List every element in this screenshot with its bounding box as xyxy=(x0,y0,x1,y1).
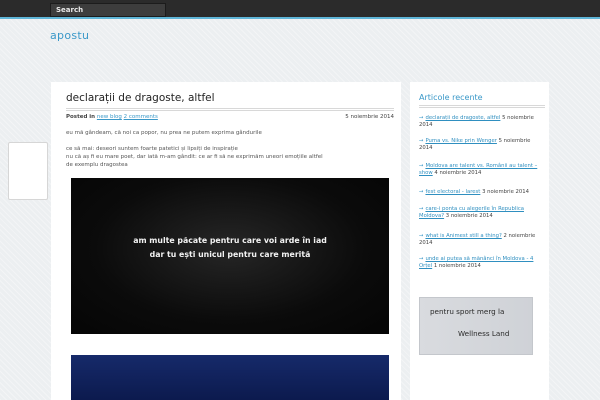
recent-post-item: → Moldova are talent vs. Românii au talen… xyxy=(419,163,544,177)
sidebar-title: Articole recente xyxy=(419,93,483,102)
arrow-icon: → xyxy=(419,256,424,262)
site-title[interactable]: apostu xyxy=(50,29,89,42)
floating-widget xyxy=(8,142,48,200)
recent-post-date: 3 noiembrie 2014 xyxy=(445,213,493,219)
recent-post-item: → care-i ponta cu alegerile în Republica … xyxy=(419,206,544,220)
comments-link[interactable]: 2 comments xyxy=(124,114,158,120)
arrow-icon: → xyxy=(419,189,424,195)
sidebar-divider xyxy=(419,105,545,108)
recent-post-link[interactable]: declarații de dragoste, altfel xyxy=(425,115,500,121)
post-paragraph-line: de exemplu dragostea xyxy=(66,162,128,168)
recent-post-item: → declarații de dragoste, altfel 5 noiemb… xyxy=(419,115,544,129)
post-image-second xyxy=(71,355,389,400)
post-paragraph-line: nu că aș fi eu mare poet, dar iată m-am … xyxy=(66,154,323,160)
recent-post-date: 3 noiembrie 2014 xyxy=(482,189,530,195)
arrow-icon: → xyxy=(419,138,424,144)
arrow-icon: → xyxy=(419,163,424,169)
recent-post-date: 1 noiembrie 2014 xyxy=(433,263,481,269)
post-title[interactable]: declarații de dragoste, altfel xyxy=(66,92,215,104)
title-divider xyxy=(66,108,394,111)
recent-post-item: → unde ai putea să mănânci în Moldova - 4… xyxy=(419,256,544,270)
image-text-line: am multe păcate pentru care voi arde în … xyxy=(133,236,327,245)
post-date: 5 noiembrie 2014 xyxy=(345,114,394,120)
ad-text-line: Wellness Land xyxy=(458,329,510,338)
ad-banner[interactable]: pentru sport merg la Wellness Land xyxy=(419,297,533,355)
category-link[interactable]: new blog xyxy=(97,114,122,120)
image-text-line: dar tu ești unicul pentru care merită xyxy=(149,250,311,259)
post-content: declarații de dragoste, altfel Posted in… xyxy=(51,82,401,400)
arrow-icon: → xyxy=(419,206,424,212)
arrow-icon: → xyxy=(419,115,424,121)
recent-post-link[interactable]: what is Animest still a thing? xyxy=(425,233,501,239)
post-paragraph-line: ce să mai: deseori suntem foarte patetic… xyxy=(66,146,238,152)
recent-post-link[interactable]: Puma vs. Nike prin Wenger xyxy=(425,138,496,144)
recent-post-date: 4 noiembrie 2014 xyxy=(434,170,482,176)
recent-post-item: → what is Animest still a thing? 2 noiemb… xyxy=(419,233,544,247)
recent-post-link[interactable]: fest electoral - larest xyxy=(425,189,480,195)
ad-text-line: pentru sport merg la xyxy=(430,307,505,316)
top-bar xyxy=(0,0,600,19)
recent-post-item: → fest electoral - larest 3 noiembrie 201… xyxy=(419,189,544,196)
arrow-icon: → xyxy=(419,233,424,239)
search-input[interactable] xyxy=(50,3,166,17)
posted-in-label: Posted in xyxy=(66,114,96,120)
post-paragraph: eu mă gândeam, că noi ca popor, nu prea … xyxy=(66,130,262,136)
post-meta: Posted in new blog 2 comments 5 noiembri… xyxy=(66,113,394,123)
post-image: am multe păcate pentru care voi arde în … xyxy=(71,178,389,334)
sidebar: Articole recente → declarații de dragoste… xyxy=(410,82,549,400)
recent-post-item: → Puma vs. Nike prin Wenger 5 noiembrie 2… xyxy=(419,138,544,152)
